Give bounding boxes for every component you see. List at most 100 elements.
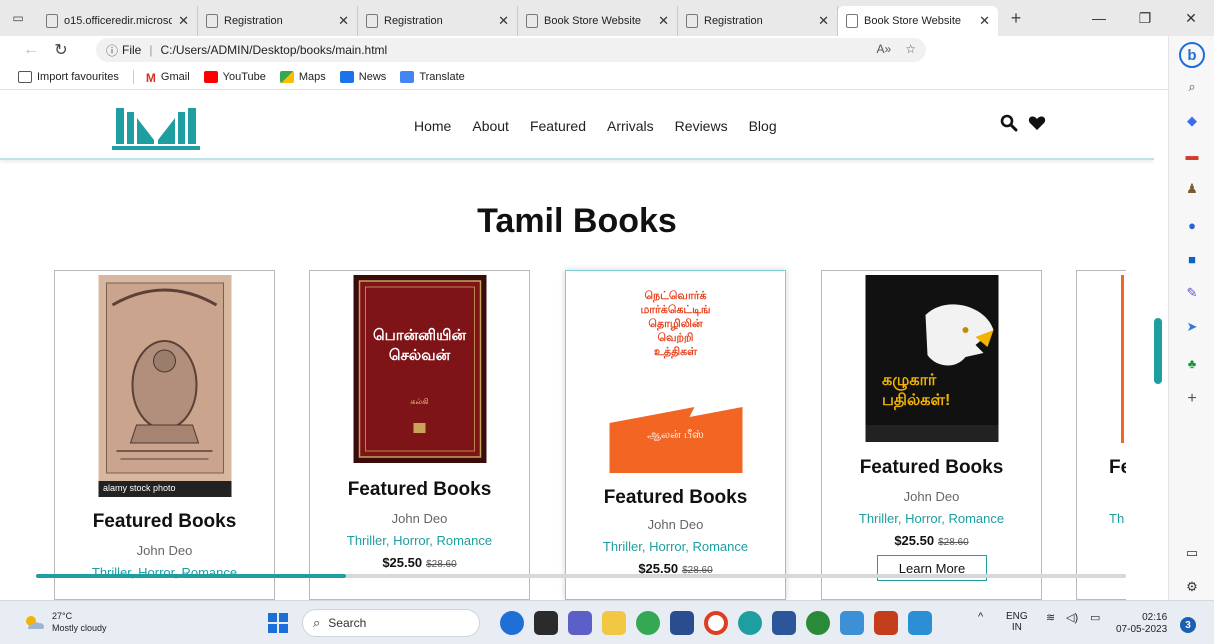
book-cover-image[interactable] — [353, 275, 486, 463]
windows-start-icon[interactable] — [268, 613, 288, 633]
outlook-icon[interactable]: ■ — [1183, 250, 1201, 268]
games-icon[interactable]: ♟ — [1183, 180, 1201, 198]
teams-icon[interactable] — [568, 611, 592, 635]
chrome-icon[interactable] — [636, 611, 660, 635]
cover-title: பதில்கள்! — [882, 392, 951, 409]
page-icon — [206, 14, 218, 28]
tab-5[interactable]: Registration ✕ — [678, 6, 838, 36]
bookmark-gmail[interactable]: M Gmail — [146, 71, 190, 85]
minimize-button[interactable]: — — [1076, 0, 1122, 36]
card-author: John Deo — [136, 543, 193, 558]
book-cover-image[interactable] — [98, 275, 231, 497]
office-icon[interactable] — [704, 611, 728, 635]
tab-actions-icon[interactable]: ▭ — [6, 6, 30, 30]
nav-featured[interactable]: Featured — [530, 118, 586, 134]
book-logo-icon[interactable] — [110, 104, 202, 150]
read-aloud-icon[interactable]: A» — [877, 42, 892, 56]
scrollbar-thumb[interactable] — [1154, 318, 1162, 384]
weather-widget[interactable]: 27°C Mostly cloudy — [22, 610, 107, 634]
refresh-button[interactable]: ↻ — [46, 40, 76, 60]
bookmark-translate[interactable]: Translate — [400, 70, 465, 83]
tab-3[interactable]: Registration ✕ — [358, 6, 518, 36]
send-icon[interactable]: ➤ — [1183, 318, 1201, 336]
edge-icon[interactable] — [738, 611, 762, 635]
close-icon[interactable]: ✕ — [818, 13, 829, 29]
bookmark-news[interactable]: News — [339, 70, 386, 83]
youtube-icon — [203, 70, 218, 83]
powerpoint-icon[interactable] — [874, 611, 898, 635]
book-card[interactable]: alamy stock photo Featured Books John De… — [54, 270, 275, 600]
taskbar-search-input[interactable]: ⌕ Search — [302, 609, 480, 637]
add-favourite-icon[interactable]: ☆ — [905, 42, 916, 56]
search-placeholder: Search — [328, 616, 367, 630]
wifi-icon[interactable]: ≋ — [1046, 611, 1055, 624]
nav-reviews[interactable]: Reviews — [675, 118, 728, 134]
designer-icon[interactable]: ✎ — [1183, 284, 1201, 302]
nav-blog[interactable]: Blog — [749, 118, 777, 134]
nav-home[interactable]: Home — [414, 118, 451, 134]
bookmark-youtube[interactable]: YouTube — [203, 70, 266, 83]
page-icon — [366, 14, 378, 28]
close-window-button[interactable]: ✕ — [1168, 0, 1214, 36]
book-card[interactable]: Fe Th — [1076, 270, 1126, 600]
address-input[interactable]: ⓘ File | C:/Users/ADMIN/Desktop/books/ma… — [96, 38, 926, 62]
horizontal-scrollbar[interactable] — [36, 574, 1126, 578]
card-author: John Deo — [647, 517, 704, 532]
tab-2[interactable]: Registration ✕ — [198, 6, 358, 36]
bing-icon[interactable] — [500, 611, 524, 635]
bing-chat-icon[interactable]: b — [1179, 42, 1205, 68]
nav-about[interactable]: About — [472, 118, 509, 134]
close-icon[interactable]: ✕ — [338, 13, 349, 29]
tools-icon[interactable]: ▬ — [1183, 146, 1201, 164]
nav-arrivals[interactable]: Arrivals — [607, 118, 654, 134]
book-card[interactable]: கழுகார் பதில்கள்! Featured Books John De… — [821, 270, 1042, 600]
system-clock[interactable]: 02:16 07-05-2023 — [1116, 612, 1167, 636]
add-icon[interactable]: + — [1183, 390, 1201, 408]
book-card[interactable]: நெட்வொர்க் மார்க்கெட்டிங் தொழிலின் வெற்ற… — [565, 270, 786, 600]
photos-icon[interactable] — [840, 611, 864, 635]
task-view-icon[interactable] — [534, 611, 558, 635]
hide-sidebar-icon[interactable]: ▭ — [1183, 544, 1201, 562]
tab-6-active[interactable]: Book Store Website ✕ — [838, 6, 998, 36]
close-icon[interactable]: ✕ — [658, 13, 669, 29]
battery-icon[interactable]: ▭ — [1090, 611, 1100, 624]
close-icon[interactable]: ✕ — [498, 13, 509, 29]
scrollbar-thumb[interactable] — [36, 574, 346, 578]
search-icon[interactable] — [1000, 114, 1018, 132]
chrome-profile-icon[interactable] — [806, 611, 830, 635]
bookmark-label: Maps — [298, 70, 326, 83]
tab-1[interactable]: o15.officeredir.microsc ✕ — [38, 6, 198, 36]
bookmark-maps[interactable]: Maps — [279, 70, 326, 83]
language-indicator[interactable]: ENG IN — [1006, 611, 1028, 633]
book-cover-image[interactable] — [865, 275, 998, 442]
tab-title: Registration — [384, 15, 443, 27]
notification-badge[interactable]: 3 — [1180, 617, 1196, 633]
tree-icon[interactable]: ♣ — [1183, 354, 1201, 372]
word-icon[interactable] — [772, 611, 796, 635]
search-icon[interactable]: ⌕ — [1183, 78, 1201, 96]
chevron-up-icon[interactable]: ^ — [978, 611, 983, 623]
office-icon[interactable]: ● — [1183, 216, 1201, 234]
vertical-scrollbar[interactable] — [1154, 90, 1168, 600]
shopping-icon[interactable]: ◆ — [1183, 112, 1201, 130]
bookmark-import[interactable]: Import favourites — [18, 70, 119, 83]
file-explorer-icon[interactable] — [602, 611, 626, 635]
back-button[interactable]: ← — [16, 41, 46, 59]
restore-button[interactable]: ❐ — [1122, 0, 1168, 36]
tab-title: Book Store Website — [864, 15, 962, 27]
tab-4[interactable]: Book Store Website ✕ — [518, 6, 678, 36]
book-card[interactable]: பொன்னியின் செல்வன் கல்கி Featured Books … — [309, 270, 530, 600]
book-cover-image[interactable] — [1121, 275, 1124, 443]
vscode-icon[interactable] — [908, 611, 932, 635]
close-icon[interactable]: ✕ — [979, 13, 990, 29]
settings-icon[interactable]: ⚙ — [1183, 578, 1201, 596]
new-tab-button[interactable]: + — [1002, 8, 1030, 29]
heart-icon[interactable] — [1028, 114, 1046, 132]
info-icon[interactable]: ⓘ — [106, 42, 118, 59]
bookmark-label: YouTube — [222, 70, 266, 83]
close-icon[interactable]: ✕ — [178, 13, 189, 29]
old-price: $28.60 — [426, 559, 457, 570]
volume-icon[interactable]: ◁) — [1066, 611, 1078, 624]
store-icon[interactable] — [670, 611, 694, 635]
page-viewport: Home About Featured Arrivals Reviews Blo… — [0, 90, 1168, 600]
